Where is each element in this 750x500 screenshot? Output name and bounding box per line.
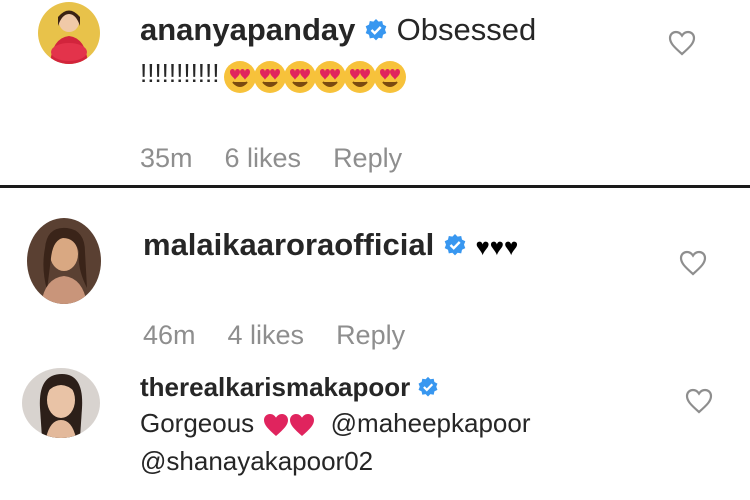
black-hearts-text: ♥♥♥: [475, 234, 519, 261]
comment-meta: 46m 4 likes Reply: [143, 318, 437, 352]
timestamp: 35m: [140, 143, 193, 173]
likes-count[interactable]: 4 likes: [228, 320, 305, 350]
exclamation-text: !!!!!!!!!!!: [140, 58, 220, 88]
mention-link[interactable]: @maheepkapoor: [331, 408, 531, 438]
avatar[interactable]: [27, 218, 101, 304]
red-heart-emoji-icon: [261, 408, 324, 438]
reply-button[interactable]: Reply: [336, 320, 405, 350]
heart-outline-icon[interactable]: [685, 388, 713, 419]
avatar[interactable]: [22, 368, 100, 438]
likes-count[interactable]: 6 likes: [225, 143, 302, 173]
username[interactable]: ananyapanday: [140, 12, 355, 47]
comment-text: Gorgeous: [140, 408, 255, 438]
username[interactable]: therealkarismakapoor: [140, 372, 410, 402]
verified-badge-icon: [364, 14, 388, 50]
verified-badge-icon: [443, 229, 467, 265]
comment-malaikaaroraofficial: malaikaaroraofficial ♥♥♥ 46m 4 likes Reply: [0, 190, 750, 365]
heart-outline-icon[interactable]: [679, 250, 707, 281]
username[interactable]: malaikaaroraofficial: [143, 227, 434, 262]
heart-outline-icon[interactable]: [668, 30, 696, 61]
section-divider: [0, 185, 750, 188]
verified-badge-icon: [417, 373, 439, 405]
comment-header: therealkarismakapoor: [140, 371, 439, 405]
comment-meta: 35m 6 likes Reply: [140, 141, 434, 175]
comment-header: ananyapanday Obsessed: [140, 12, 536, 50]
comment-text: Obsessed: [396, 12, 537, 47]
comment-text-line2: !!!!!!!!!!!: [140, 55, 407, 94]
heart-eyes-emoji-icon: [223, 57, 407, 94]
comment-therealkarismakapoor: therealkarismakapoor Gorgeous @maheepkap…: [0, 365, 750, 500]
comment-text-line: @shanayakapoor02: [140, 445, 373, 477]
comment-text-line: Gorgeous @maheepkapoor: [140, 407, 531, 439]
timestamp: 46m: [143, 320, 196, 350]
comment-ananyapanday: ananyapanday Obsessed !!!!!!!!!!! 35m 6 l…: [0, 0, 750, 185]
comment-header: malaikaaroraofficial ♥♥♥: [143, 227, 518, 266]
avatar[interactable]: [38, 2, 100, 64]
reply-button[interactable]: Reply: [333, 143, 402, 173]
mention-link[interactable]: @shanayakapoor02: [140, 446, 373, 476]
